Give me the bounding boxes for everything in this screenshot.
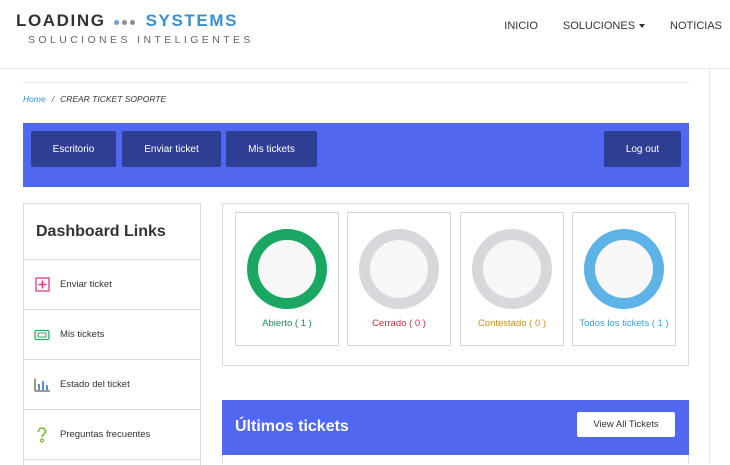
sidebar-item-enviar-ticket[interactable]: Enviar ticket bbox=[24, 260, 200, 310]
latest-tickets-header: Últimos tickets View All Tickets bbox=[222, 400, 689, 463]
sidebar-item-estado-ticket[interactable]: Estado del ticket bbox=[24, 360, 200, 410]
question-icon bbox=[34, 426, 50, 443]
sidebar-item-label: Mis tickets bbox=[60, 329, 105, 340]
ticket-icon bbox=[34, 327, 50, 343]
stat-card-contestado[interactable]: Contestado ( 0 ) bbox=[460, 212, 564, 346]
brand-logo[interactable]: LOADING SYSTEMS SOLUCIONES INTELIGENTES bbox=[16, 11, 254, 46]
enviar-ticket-button[interactable]: Enviar ticket bbox=[122, 131, 221, 167]
page-divider-vertical bbox=[709, 68, 710, 463]
site-header: LOADING SYSTEMS SOLUCIONES INTELIGENTES I… bbox=[0, 0, 730, 69]
status-ring-icon bbox=[584, 229, 664, 309]
ticket-stats-panel: Abierto ( 1 ) Cerrado ( 0 ) Contestado (… bbox=[222, 203, 689, 366]
stat-card-todos[interactable]: Todos los tickets ( 1 ) bbox=[572, 212, 676, 346]
stat-label: Cerrado ( 0 ) bbox=[372, 318, 426, 329]
sidebar-item-label: Enviar ticket bbox=[60, 279, 112, 290]
page-divider-horizontal bbox=[23, 82, 689, 83]
stat-card-cerrado[interactable]: Cerrado ( 0 ) bbox=[347, 212, 451, 346]
latest-tickets-body bbox=[222, 455, 689, 463]
brand-dot bbox=[113, 19, 119, 25]
breadcrumb-home-link[interactable]: Home bbox=[23, 94, 46, 104]
main-nav: INICIO SOLUCIONES NOTICIAS bbox=[479, 20, 722, 32]
nav-item-label: SOLUCIONES bbox=[562, 20, 636, 32]
latest-tickets-title: Últimos tickets bbox=[235, 418, 349, 435]
brand-dots bbox=[113, 12, 138, 32]
caret-down-icon bbox=[639, 24, 646, 29]
logout-button[interactable]: Log out bbox=[604, 131, 681, 167]
stat-label: Contestado ( 0 ) bbox=[477, 318, 547, 329]
brand-dot bbox=[129, 19, 135, 25]
stat-label: Todos los tickets ( 1 ) bbox=[579, 318, 669, 329]
sidebar-item-label: Estado del ticket bbox=[60, 379, 130, 390]
sidebar-item-label: Preguntas frecuentes bbox=[60, 429, 151, 440]
brand-name-left: LOADING bbox=[16, 11, 106, 30]
brand-dot bbox=[121, 19, 127, 25]
status-ring-icon bbox=[247, 229, 327, 309]
brand-name-right: SYSTEMS bbox=[145, 11, 239, 30]
stat-card-abierto[interactable]: Abierto ( 1 ) bbox=[235, 212, 339, 346]
nav-item-soluciones[interactable]: SOLUCIONES bbox=[562, 20, 646, 32]
dashboard-toolbar: Escritorio Enviar ticket Mis tickets Log… bbox=[23, 123, 689, 187]
plus-square-icon bbox=[34, 277, 50, 293]
nav-item-inicio[interactable]: INICIO bbox=[504, 20, 538, 32]
breadcrumb-current: CREAR TICKET SOPORTE bbox=[60, 94, 167, 104]
dashboard-links-panel: Dashboard Links Enviar ticket Mis ticket… bbox=[23, 203, 201, 465]
escritorio-button[interactable]: Escritorio bbox=[31, 131, 116, 167]
status-ring-icon bbox=[472, 229, 552, 309]
sidebar-item-preguntas-frecuentes[interactable]: Preguntas frecuentes bbox=[24, 410, 200, 460]
status-ring-icon bbox=[359, 229, 439, 309]
bar-chart-icon bbox=[34, 377, 50, 393]
dashboard-links-title: Dashboard Links bbox=[24, 204, 200, 260]
sidebar-item-mis-tickets[interactable]: Mis tickets bbox=[24, 310, 200, 360]
brand-tagline: SOLUCIONES INTELIGENTES bbox=[28, 33, 254, 46]
mis-tickets-button[interactable]: Mis tickets bbox=[226, 131, 317, 167]
nav-item-noticias[interactable]: NOTICIAS bbox=[670, 20, 722, 32]
brand-wordmark: LOADING SYSTEMS bbox=[16, 11, 254, 32]
stat-label: Abierto ( 1 ) bbox=[262, 318, 312, 329]
breadcrumb-separator: / bbox=[51, 94, 55, 104]
breadcrumb: Home / CREAR TICKET SOPORTE bbox=[23, 94, 166, 104]
view-all-tickets-button[interactable]: View All Tickets bbox=[577, 412, 675, 437]
